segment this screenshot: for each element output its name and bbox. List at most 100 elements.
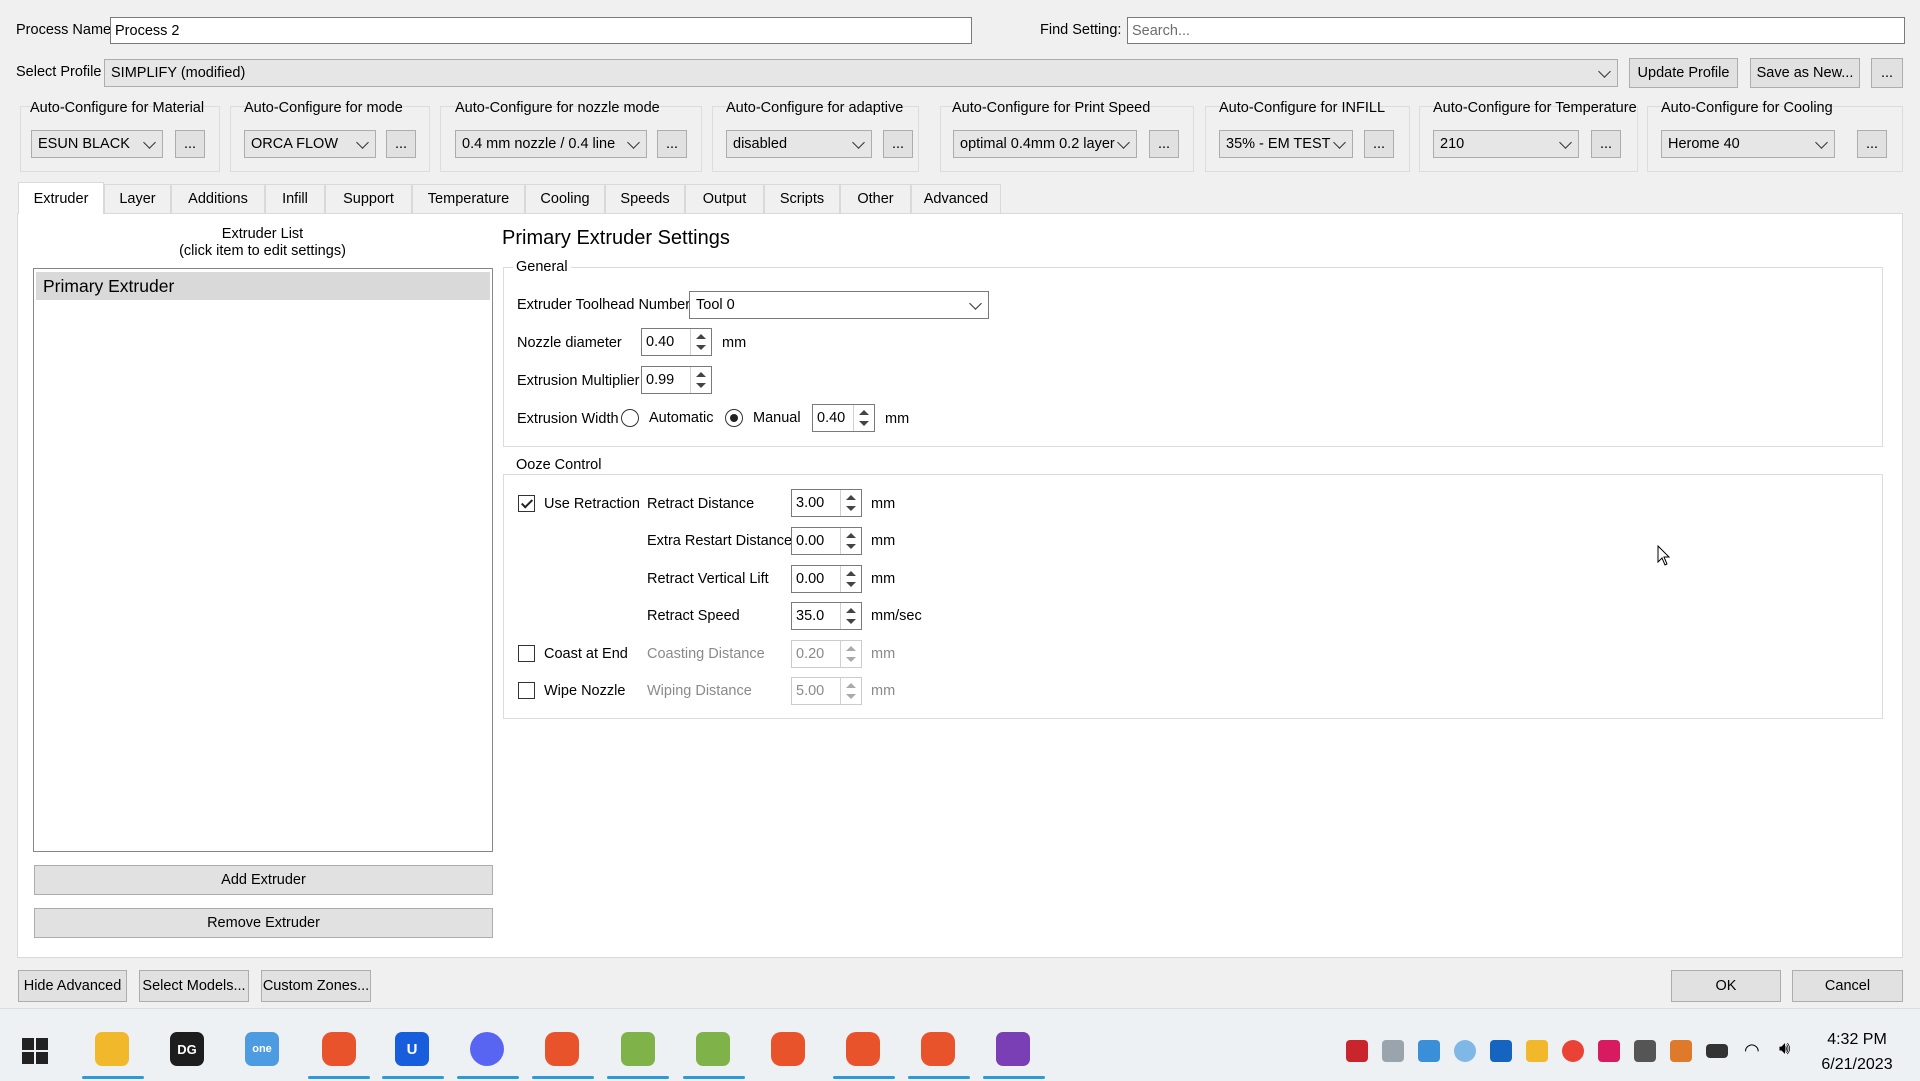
simplify3d-icon[interactable] [696,1032,730,1066]
tray-boat-icon[interactable] [1670,1040,1692,1062]
bitwarden-icon[interactable]: U [395,1032,429,1066]
cooling-select[interactable]: Herome 40 [1661,130,1835,158]
tab-support[interactable]: Support [325,184,412,213]
extruder-list[interactable]: Primary Extruder [33,268,493,852]
spin-arrows-icon[interactable] [840,528,861,554]
extrusion-width-spinbox[interactable]: 0.40 [812,404,875,432]
extrusion-multiplier-spinbox[interactable]: 0.99 [641,366,712,394]
coast-at-end-checkbox[interactable] [518,645,535,662]
brave-icon[interactable] [545,1032,579,1066]
profile-select[interactable]: SIMPLIFY (modified) [104,59,1618,87]
spin-arrows-icon[interactable] [840,641,861,667]
tray-app2-icon[interactable] [1526,1040,1548,1062]
material-more-button[interactable]: ... [175,130,205,158]
brave-icon[interactable] [771,1032,805,1066]
infill-select[interactable]: 35% - EM TEST [1219,130,1353,158]
battery-icon[interactable] [1706,1044,1728,1058]
wifi-icon[interactable]: ◠ [1744,1040,1760,1061]
tray-cloud-icon[interactable] [1454,1040,1476,1062]
retract-speed-spinbox[interactable]: 35.0 [791,602,862,630]
material-select[interactable]: ESUN BLACK [31,130,163,158]
clock[interactable]: 4:32 PM 6/21/2023 [1812,1027,1902,1077]
tab-additions[interactable]: Additions [171,184,265,213]
tab-cooling[interactable]: Cooling [525,184,605,213]
adaptive-select[interactable]: disabled [726,130,872,158]
tab-other[interactable]: Other [840,184,911,213]
extra-restart-spinbox[interactable]: 0.00 [791,527,862,555]
spin-arrows-icon[interactable] [690,367,711,393]
temperature-more-button[interactable]: ... [1591,130,1621,158]
profile-more-button[interactable]: ... [1871,58,1903,88]
width-manual-radio[interactable] [725,409,743,427]
brave-icon[interactable] [846,1032,880,1066]
tab-infill[interactable]: Infill [265,184,325,213]
vertical-lift-spinbox[interactable]: 0.00 [791,565,862,593]
tray-d-icon[interactable] [1418,1040,1440,1062]
extrusion-width-unit: mm [885,411,910,427]
tab-scripts[interactable]: Scripts [764,184,840,213]
select-models-button[interactable]: Select Models... [139,970,249,1002]
spin-arrows-icon[interactable] [840,603,861,629]
spin-arrows-icon[interactable] [853,405,874,431]
width-automatic-radio[interactable] [621,409,639,427]
spin-arrows-icon[interactable] [690,329,711,355]
autoconfig-material-label: Auto-Configure for Material [30,100,205,116]
brave-icon[interactable] [921,1032,955,1066]
remove-extruder-button[interactable]: Remove Extruder [34,908,493,938]
spin-arrows-icon[interactable] [840,490,861,516]
extruder-list-title: Extruder List (click item to edit settin… [34,226,491,260]
nozzle-more-button[interactable]: ... [657,130,687,158]
tab-advanced[interactable]: Advanced [911,184,1001,213]
infill-more-button[interactable]: ... [1364,130,1394,158]
coasting-distance-spinbox[interactable]: 0.20 [791,640,862,668]
tray-dots-icon[interactable] [1634,1040,1656,1062]
wiping-distance-spinbox[interactable]: 5.00 [791,677,862,705]
active-indicator [683,1076,745,1079]
tray-app-icon[interactable] [1346,1040,1368,1062]
tray-arrow-icon[interactable] [1490,1040,1512,1062]
tab-temperature[interactable]: Temperature [412,184,525,213]
speed-more-button[interactable]: ... [1149,130,1179,158]
tray-cube-icon[interactable] [1598,1040,1620,1062]
ok-button[interactable]: OK [1671,970,1781,1002]
toolhead-select[interactable]: Tool 0 [689,291,989,319]
mode-select[interactable]: ORCA FLOW [244,130,376,158]
save-as-new-button[interactable]: Save as New... [1750,58,1860,88]
tab-layer[interactable]: Layer [104,184,171,213]
nozzle-diameter-spinbox[interactable]: 0.40 [641,328,712,356]
volume-icon[interactable]: 🔊︎ [1779,1038,1790,1059]
wipe-nozzle-checkbox[interactable] [518,682,535,699]
cooling-more-button[interactable]: ... [1857,130,1887,158]
tab-speeds[interactable]: Speeds [605,184,685,213]
add-extruder-button[interactable]: Add Extruder [34,865,493,895]
list-item[interactable]: Primary Extruder [36,272,490,300]
onenote-icon[interactable]: one [245,1032,279,1066]
use-retraction-checkbox[interactable] [518,495,535,512]
custom-zones-button[interactable]: Custom Zones... [261,970,371,1002]
cancel-button[interactable]: Cancel [1792,970,1903,1002]
hide-advanced-button[interactable]: Hide Advanced [18,970,127,1002]
datagrip-icon[interactable]: DG [170,1032,204,1066]
adaptive-more-button[interactable]: ... [883,130,913,158]
tab-output[interactable]: Output [685,184,764,213]
windows-start-icon[interactable] [22,1038,48,1064]
file-explorer-icon[interactable] [95,1032,129,1066]
temperature-select[interactable]: 210 [1433,130,1579,158]
discord-icon[interactable] [470,1032,504,1066]
find-setting-input[interactable]: Search... [1127,17,1905,44]
brave-icon[interactable] [322,1032,356,1066]
update-profile-button[interactable]: Update Profile [1629,58,1738,88]
nozzle-mode-select[interactable]: 0.4 mm nozzle / 0.4 line [455,130,647,158]
spin-arrows-icon[interactable] [840,566,861,592]
tray-chrome-icon[interactable] [1562,1040,1584,1062]
spin-arrows-icon[interactable] [840,678,861,704]
app-icon[interactable] [996,1032,1030,1066]
tab-extruder[interactable]: Extruder [18,182,104,214]
mode-more-button[interactable]: ... [386,130,416,158]
process-name-input[interactable]: Process 2 [110,17,972,44]
retract-distance-spinbox[interactable]: 3.00 [791,489,862,517]
width-automatic-label: Automatic [649,410,714,426]
tray-grid-icon[interactable] [1382,1040,1404,1062]
simplify3d-icon[interactable] [621,1032,655,1066]
print-speed-select[interactable]: optimal 0.4mm 0.2 layer [953,130,1137,158]
